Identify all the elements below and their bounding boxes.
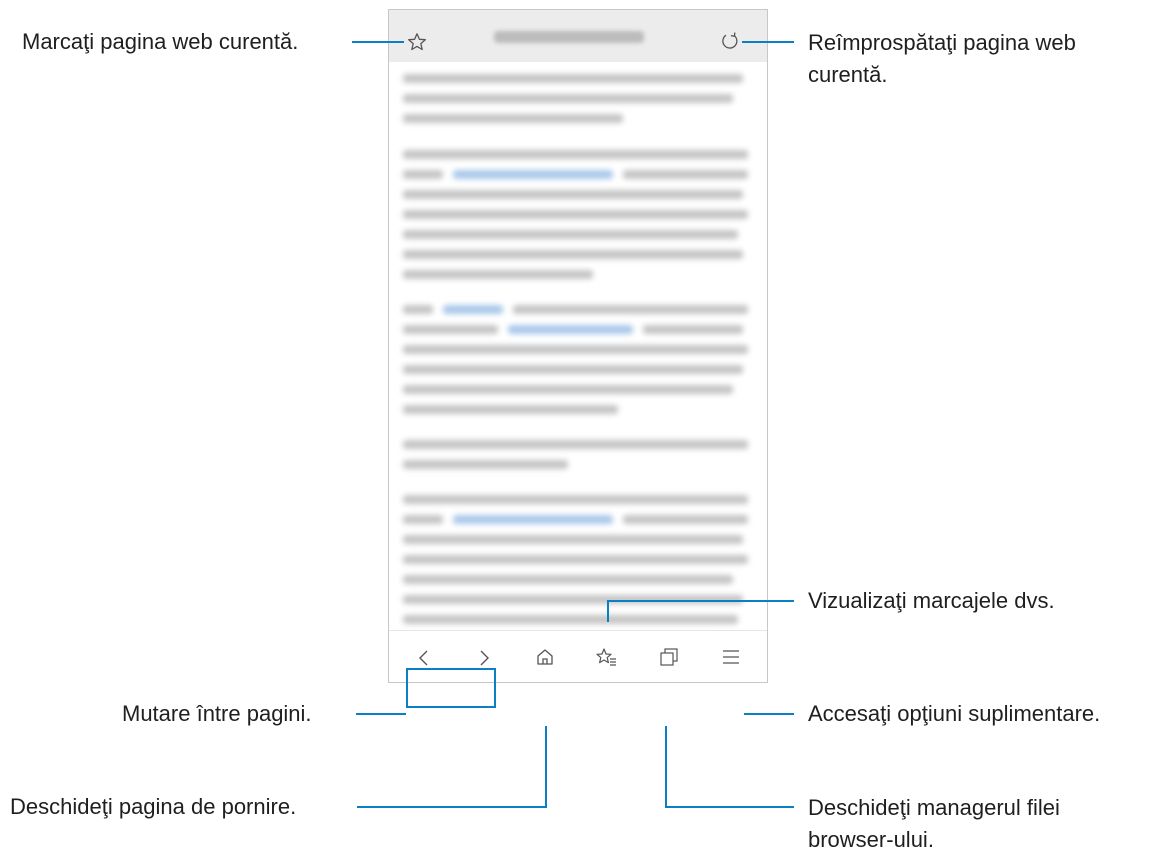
tabs-icon[interactable] — [659, 647, 679, 667]
label-refresh-line1: Reîmprospătaţi pagina web — [808, 30, 1076, 55]
leader-line-home-v — [545, 726, 547, 808]
refresh-icon[interactable] — [720, 31, 740, 51]
star-outline-icon[interactable] — [407, 32, 427, 52]
leader-line-refresh — [742, 41, 794, 43]
leader-line-tabs-v — [665, 726, 667, 808]
blurred-page-content — [403, 70, 753, 664]
label-tab-manager: Deschideţi managerul filei browser-ului. — [808, 792, 1060, 856]
label-view-bookmarks: Vizualizaţi marcajele dvs. — [808, 588, 1055, 613]
browser-top-bar — [389, 10, 767, 62]
leader-line-view-bookmarks — [608, 600, 794, 602]
leader-line-bookmark — [352, 41, 404, 43]
leader-line-move-pages — [356, 713, 406, 715]
leader-line-more-options — [744, 713, 794, 715]
label-move-pages: Mutare între pagini. — [122, 701, 312, 726]
label-refresh-page: Reîmprospătaţi pagina web curentă. — [808, 27, 1076, 91]
navigation-highlight-box — [406, 668, 496, 708]
browser-screen — [388, 9, 768, 683]
leader-line-home-h — [357, 806, 547, 808]
leader-line-tabs-h — [665, 806, 794, 808]
chevron-left-icon[interactable] — [417, 649, 431, 667]
label-tabs-line2: browser-ului. — [808, 827, 934, 852]
label-tabs-line1: Deschideţi managerul filei — [808, 795, 1060, 820]
chevron-right-icon[interactable] — [477, 649, 491, 667]
label-refresh-line2: curentă. — [808, 62, 888, 87]
home-icon[interactable] — [536, 648, 554, 666]
leader-line-view-bookmarks-v — [607, 600, 609, 622]
label-open-home: Deschideţi pagina de pornire. — [10, 794, 297, 819]
url-bar[interactable] — [494, 31, 644, 43]
label-bookmark-page: Marcaţi pagina web curentă. — [22, 29, 299, 54]
star-list-icon[interactable] — [596, 647, 618, 667]
label-more-options: Accesaţi opţiuni suplimentare. — [808, 701, 1101, 726]
hamburger-menu-icon[interactable] — [722, 649, 740, 665]
